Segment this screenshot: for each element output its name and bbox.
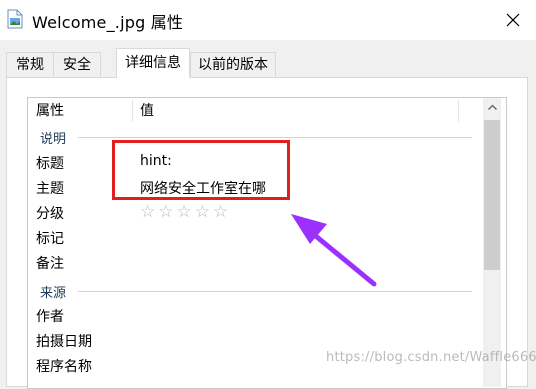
tab-general[interactable]: 常规 bbox=[6, 52, 54, 77]
tab-previous-versions[interactable]: 以前的版本 bbox=[190, 52, 276, 77]
group-label-origin: 来源 bbox=[40, 286, 67, 301]
star-icon[interactable]: ☆ bbox=[177, 203, 192, 221]
star-icon[interactable]: ☆ bbox=[158, 203, 173, 221]
group-label-description: 说明 bbox=[40, 132, 67, 147]
scroll-up-button[interactable] bbox=[483, 98, 501, 116]
tab-details[interactable]: 详细信息 bbox=[116, 48, 190, 78]
chevron-up-icon bbox=[487, 104, 497, 110]
row-label-comments: 备注 bbox=[36, 256, 64, 272]
close-button[interactable] bbox=[490, 0, 536, 40]
vertical-scrollbar[interactable] bbox=[483, 98, 501, 387]
rating-stars[interactable]: ☆ ☆ ☆ ☆ ☆ bbox=[140, 203, 228, 221]
star-icon[interactable]: ☆ bbox=[140, 203, 155, 221]
tab-security[interactable]: 安全 bbox=[53, 52, 101, 77]
scroll-thumb[interactable] bbox=[484, 120, 500, 270]
column-header-value[interactable]: 值 bbox=[140, 98, 154, 124]
column-separator[interactable] bbox=[458, 100, 459, 122]
row-label-title: 标题 bbox=[36, 156, 64, 172]
row-label-program-name: 程序名称 bbox=[36, 359, 92, 375]
watermark: https://blog.csdn.net/Waffle666 bbox=[326, 350, 536, 365]
row-label-date-taken: 拍摄日期 bbox=[36, 334, 92, 350]
row-label-tags: 标记 bbox=[36, 231, 64, 247]
image-file-icon bbox=[7, 9, 23, 29]
row-label-subject: 主题 bbox=[36, 181, 64, 197]
column-header-property[interactable]: 属性 bbox=[36, 98, 64, 124]
close-icon bbox=[506, 13, 520, 27]
star-icon[interactable]: ☆ bbox=[195, 203, 210, 221]
column-separator[interactable] bbox=[132, 100, 133, 122]
highlight-box bbox=[112, 140, 290, 200]
title-bar: Welcome_.jpg 属性 bbox=[0, 0, 536, 40]
group-divider bbox=[78, 291, 472, 292]
group-divider bbox=[78, 137, 472, 138]
star-icon[interactable]: ☆ bbox=[213, 203, 228, 221]
window-title: Welcome_.jpg 属性 bbox=[32, 13, 184, 32]
row-label-author: 作者 bbox=[36, 309, 64, 325]
row-label-rating: 分级 bbox=[36, 206, 64, 222]
